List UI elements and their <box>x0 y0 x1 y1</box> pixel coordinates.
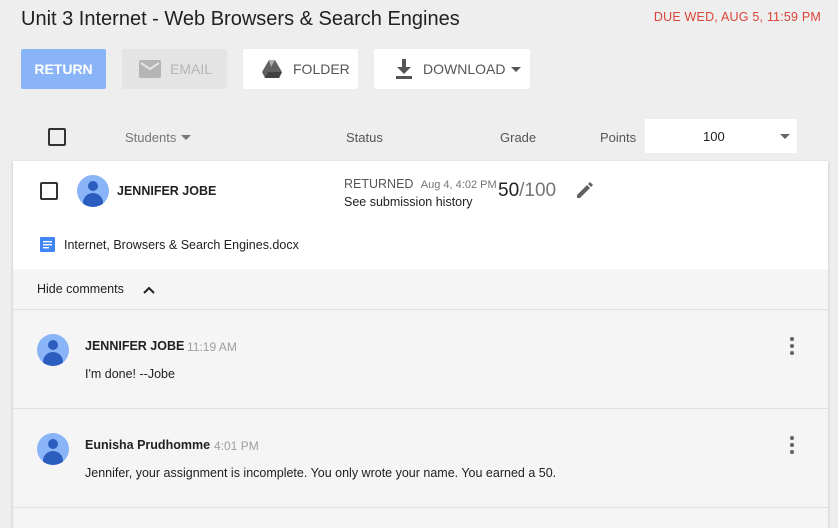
points-value: 100 <box>703 129 725 144</box>
submission-history-link[interactable]: See submission history <box>344 195 473 209</box>
page-title: Unit 3 Internet - Web Browsers & Search … <box>21 8 460 30</box>
drive-icon <box>261 58 283 80</box>
docs-icon <box>40 237 55 252</box>
more-vert-icon[interactable] <box>789 436 795 454</box>
email-button-label: EMAIL <box>170 61 213 77</box>
download-button[interactable]: DOWNLOAD <box>374 49 530 89</box>
status-column-label: Status <box>346 130 383 145</box>
avatar <box>77 175 109 207</box>
return-button-label: RETURN <box>34 61 93 77</box>
comment-item: Eunisha Prudhomme 4:01 PM Jennifer, your… <box>13 409 828 508</box>
comment-author: Eunisha Prudhomme <box>85 438 211 452</box>
grade-value[interactable]: 50/100 <box>498 180 556 202</box>
attachment-name: Internet, Browsers & Search Engines.docx <box>64 237 299 252</box>
return-button[interactable]: RETURN <box>21 49 106 89</box>
attachment-link[interactable]: Internet, Browsers & Search Engines.docx <box>40 237 299 252</box>
points-column-label: Points <box>600 130 637 145</box>
status-label: RETURNED <box>344 177 414 191</box>
pencil-icon[interactable] <box>575 180 595 200</box>
chevron-down-icon <box>511 66 522 72</box>
select-all-checkbox[interactable] <box>48 128 66 146</box>
chevron-up-icon <box>143 286 155 294</box>
due-date: DUE WED, AUG 5, 11:59 PM <box>653 10 821 24</box>
submission-card: JENNIFER JOBE RETURNED Aug 4, 4:02 PM Se… <box>13 161 828 528</box>
comment-time: 4:01 PM <box>214 439 259 453</box>
column-header-row: Students Status Grade Points 100 <box>0 119 838 155</box>
sort-down-icon <box>181 135 192 140</box>
comment-time: 11:19 AM <box>187 340 237 354</box>
student-checkbox[interactable] <box>40 182 58 200</box>
grade-column-label: Grade <box>500 130 537 145</box>
comment-text: Jennifer, your assignment is incomplete.… <box>85 466 557 480</box>
toolbar: RETURN EMAIL FOLDER DOWNLOAD <box>21 49 530 89</box>
comment-author: JENNIFER JOBE <box>85 339 185 353</box>
hide-comments-toggle[interactable]: Hide comments <box>13 269 828 310</box>
comment-text: I'm done! --Jobe <box>85 367 175 381</box>
download-icon <box>393 58 415 80</box>
hide-comments-label: Hide comments <box>37 282 124 296</box>
folder-button[interactable]: FOLDER <box>243 49 358 89</box>
avatar <box>37 433 69 465</box>
grade-total: /100 <box>519 180 557 201</box>
mail-icon <box>139 58 161 80</box>
comment-item: JENNIFER JOBE 11:19 AM I'm done! --Jobe <box>13 310 828 409</box>
grade-score: 50 <box>498 180 520 201</box>
email-button[interactable]: EMAIL <box>122 49 227 89</box>
status-time: Aug 4, 4:02 PM <box>420 179 497 191</box>
status: RETURNED Aug 4, 4:02 PM <box>344 177 497 191</box>
download-button-label: DOWNLOAD <box>423 61 506 77</box>
points-select[interactable]: 100 <box>645 119 797 153</box>
student-name[interactable]: JENNIFER JOBE <box>117 184 216 198</box>
more-vert-icon[interactable] <box>789 337 795 355</box>
avatar <box>37 334 69 366</box>
students-column-label: Students <box>125 130 177 145</box>
comment-input-area <box>13 508 828 528</box>
folder-button-label: FOLDER <box>293 61 350 77</box>
students-sort[interactable]: Students <box>125 130 192 145</box>
chevron-down-icon <box>780 134 790 139</box>
